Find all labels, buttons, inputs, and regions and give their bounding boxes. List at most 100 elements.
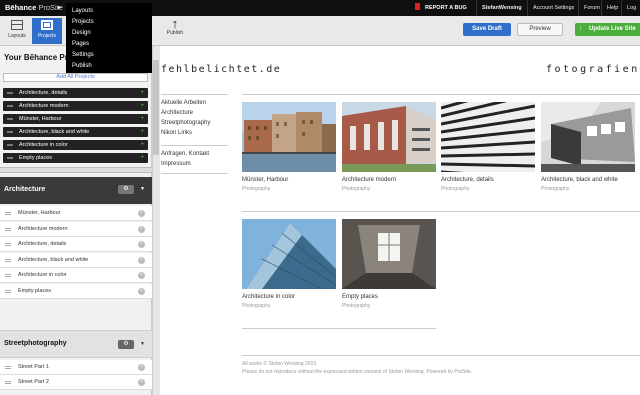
drag-handle-icon[interactable] — [5, 366, 11, 369]
card-title[interactable]: Empty places — [342, 294, 378, 300]
project-thumbnail[interactable] — [342, 102, 436, 172]
behance-logo[interactable]: Bēhance ProSite — [5, 3, 63, 12]
add-icon[interactable]: + — [140, 114, 144, 124]
section-item[interactable]: Street Part 2 × — [0, 375, 152, 390]
remove-icon[interactable]: × — [138, 379, 145, 386]
logout-link[interactable]: Log O — [621, 0, 640, 27]
add-icon[interactable]: + — [140, 140, 144, 150]
section-item[interactable]: Empty places × — [0, 284, 152, 299]
nav-link[interactable]: Nikon Links — [161, 130, 192, 136]
drag-handle-icon[interactable] — [5, 243, 11, 246]
details-stripes-photo — [441, 102, 535, 172]
project-row[interactable]: Architecture, details + — [3, 88, 148, 98]
menu-item-settings[interactable]: Settings — [66, 50, 152, 61]
section-item[interactable]: Münster, Harbour × — [0, 206, 152, 221]
card-title[interactable]: Architecture in color — [242, 294, 295, 300]
remove-icon[interactable]: × — [138, 257, 145, 264]
menu-item-design[interactable]: Design — [66, 28, 152, 39]
drag-handle-icon[interactable] — [5, 290, 11, 293]
menu-item-publish[interactable]: Publish — [66, 61, 152, 72]
project-thumbnail[interactable] — [242, 102, 336, 172]
drag-handle-icon[interactable] — [7, 157, 13, 159]
chevron-down-icon[interactable]: ▼ — [140, 341, 145, 347]
add-icon[interactable]: + — [140, 88, 144, 98]
update-live-site-button[interactable]: ↑ Update Live Site — [575, 23, 640, 36]
nav-link[interactable]: Impressum — [161, 161, 191, 167]
remove-icon[interactable]: × — [138, 288, 145, 295]
chevron-down-icon[interactable]: ▼ — [140, 186, 145, 192]
section-item[interactable]: Architecture, black and white × — [0, 253, 152, 268]
add-all-projects-button[interactable]: Add All Projects — [3, 73, 148, 82]
drag-handle-icon[interactable] — [5, 274, 11, 277]
remove-icon[interactable]: × — [138, 272, 145, 279]
card-title[interactable]: Architecture, black and white — [541, 177, 618, 183]
drag-handle-icon[interactable] — [7, 118, 13, 120]
nav-link[interactable]: Anfragen, Kontakt — [161, 151, 209, 157]
publish-arrow-icon: ↑ — [171, 16, 179, 31]
gear-icon[interactable]: ⚙ — [118, 185, 134, 194]
project-thumbnail[interactable] — [541, 102, 635, 172]
nav-link[interactable]: Aktuelle Arbeiten — [161, 100, 206, 106]
resize-handle[interactable] — [0, 167, 152, 173]
card-subtitle: Photography — [441, 186, 470, 192]
remove-icon[interactable]: × — [138, 364, 145, 371]
gear-icon[interactable]: ⚙ — [118, 340, 134, 349]
card-subtitle: Photography — [242, 303, 271, 309]
drag-handle-icon[interactable] — [5, 381, 11, 384]
project-row[interactable]: Architecture, black and white + — [3, 127, 148, 137]
empty-room-photo — [342, 219, 436, 289]
upload-icon: ↑ — [579, 26, 582, 32]
tool-layouts[interactable]: Layouts — [2, 18, 32, 44]
brand-menu-caret-icon[interactable]: ▸ — [58, 4, 61, 11]
project-row[interactable]: Architecture modern + — [3, 101, 148, 111]
nav-link[interactable]: Streetphotography — [161, 120, 210, 126]
menu-item-pages[interactable]: Pages — [66, 39, 152, 50]
project-thumbnail[interactable] — [242, 219, 336, 289]
project-thumbnail[interactable] — [441, 102, 535, 172]
card-subtitle: Photography — [541, 186, 570, 192]
preview-button[interactable]: Preview — [517, 23, 563, 36]
section-item[interactable]: Street Part 1 × — [0, 360, 152, 375]
site-logo[interactable]: fehlbelichtet.de — [161, 64, 281, 75]
remove-icon[interactable]: × — [138, 210, 145, 217]
remove-icon[interactable]: × — [138, 241, 145, 248]
section-item[interactable]: Architecture modern × — [0, 222, 152, 237]
drag-handle-icon[interactable] — [7, 92, 13, 94]
menu-item-projects[interactable]: Projects — [66, 17, 152, 28]
section-item[interactable]: Architecture, details × — [0, 237, 152, 252]
nav-link[interactable]: Architecture — [161, 110, 193, 116]
save-draft-button[interactable]: Save Draft — [463, 23, 511, 36]
section-item[interactable]: Architecture in color × — [0, 268, 152, 283]
username-link[interactable]: StefanWensing — [476, 0, 527, 16]
drag-handle-icon[interactable] — [5, 228, 11, 231]
add-icon[interactable]: + — [140, 153, 144, 163]
add-icon[interactable]: + — [140, 127, 144, 137]
scrollbar-thumb[interactable] — [153, 60, 159, 155]
card-subtitle: Photography — [242, 186, 271, 192]
help-link[interactable]: Help — [601, 0, 623, 16]
project-row[interactable]: Architecture in color + — [3, 140, 148, 150]
project-row[interactable]: Empty places + — [3, 153, 148, 163]
flag-icon — [415, 3, 420, 10]
drag-handle-icon[interactable] — [5, 212, 11, 215]
menu-item-layouts[interactable]: Layouts — [66, 6, 152, 17]
nav-divider — [161, 173, 228, 174]
card-title[interactable]: Münster, Harbour — [242, 177, 288, 183]
nav-divider — [161, 94, 228, 95]
account-settings-link[interactable]: Account Settings — [527, 0, 579, 16]
project-row[interactable]: Münster, Harbour + — [3, 114, 148, 124]
color-architecture-photo — [242, 219, 336, 289]
project-thumbnail[interactable] — [342, 219, 436, 289]
drag-handle-icon[interactable] — [7, 144, 13, 146]
remove-icon[interactable]: × — [138, 226, 145, 233]
tool-publish[interactable]: ↑ Publish — [160, 16, 190, 44]
report-bug-link[interactable]: REPORT A BUG — [409, 2, 473, 14]
card-title[interactable]: Architecture, details — [441, 177, 494, 183]
card-title[interactable]: Architecture modern — [342, 177, 396, 183]
drag-handle-icon[interactable] — [7, 105, 13, 107]
drag-handle-icon[interactable] — [7, 131, 13, 133]
add-icon[interactable]: + — [140, 101, 144, 111]
section-header-streetphotography: Streetphotography ⚙ ▼ — [0, 330, 152, 358]
tool-projects[interactable]: Projects — [32, 18, 62, 44]
drag-handle-icon[interactable] — [5, 259, 11, 262]
